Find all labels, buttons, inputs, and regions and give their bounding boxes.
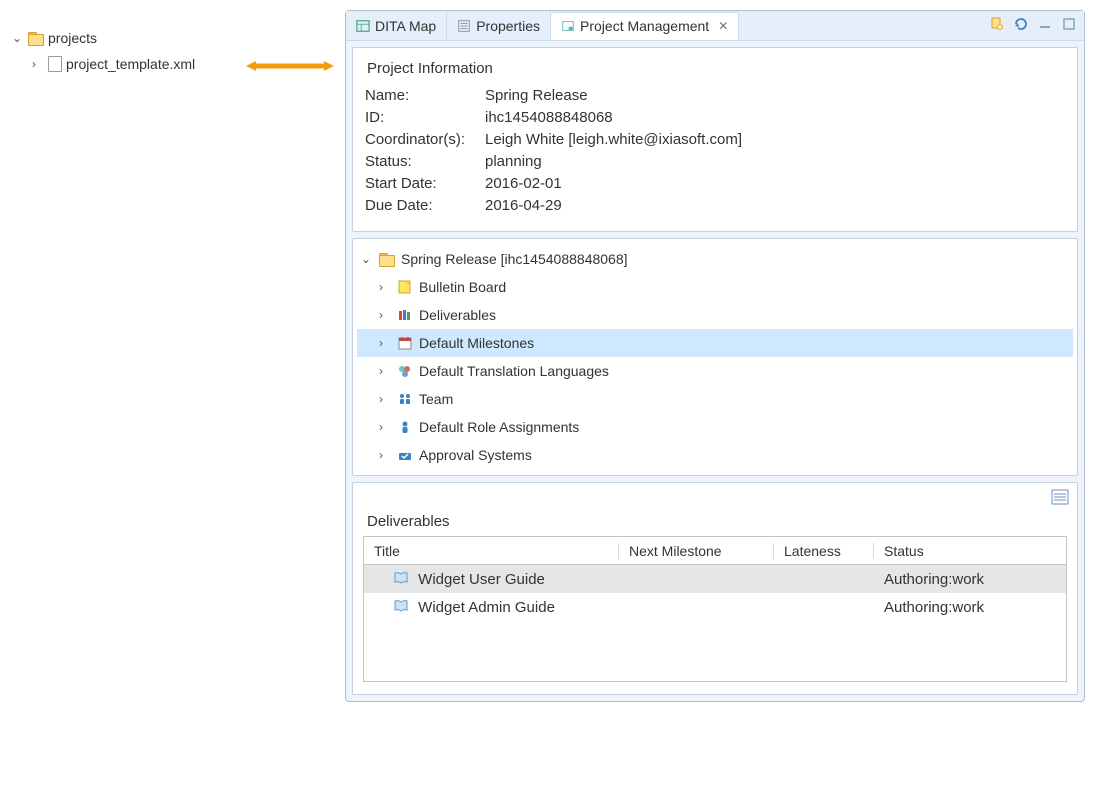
- calendar-icon: [397, 335, 413, 351]
- chevron-right-icon[interactable]: ›: [379, 364, 391, 378]
- project-management-panel: DITA Map Properties Project Management ✕: [345, 10, 1085, 702]
- info-row-coordinator: Coordinator(s): Leigh White [leigh.white…: [365, 131, 1065, 148]
- tree-root-spring-release[interactable]: ⌄ Spring Release [ihc1454088848068]: [357, 245, 1073, 273]
- tab-dita-map[interactable]: DITA Map: [346, 12, 447, 40]
- tree-item-role-assignments[interactable]: › Default Role Assignments: [357, 413, 1073, 441]
- books-icon: [397, 307, 413, 323]
- info-label: Due Date:: [365, 197, 485, 214]
- column-header-title[interactable]: Title: [364, 543, 619, 559]
- info-label: Coordinator(s):: [365, 131, 485, 148]
- tree-item-team[interactable]: › Team: [357, 385, 1073, 413]
- tree-label: Default Role Assignments: [419, 419, 579, 435]
- maximize-button[interactable]: [1060, 15, 1078, 33]
- team-icon: [397, 391, 413, 407]
- tree-label: Deliverables: [419, 307, 496, 323]
- deliverables-section: Deliverables Title Next Milestone Latene…: [352, 482, 1078, 695]
- tree-root-projects[interactable]: ⌄ projects: [12, 25, 242, 51]
- column-header-next[interactable]: Next Milestone: [619, 543, 774, 559]
- chevron-right-icon[interactable]: ›: [32, 57, 44, 71]
- info-row-name: Name: Spring Release: [365, 87, 1065, 104]
- info-value: Spring Release: [485, 87, 1065, 104]
- chevron-right-icon[interactable]: ›: [379, 308, 391, 322]
- tab-properties[interactable]: Properties: [447, 12, 551, 40]
- book-icon: [394, 599, 408, 611]
- cell-title: Widget Admin Guide: [418, 599, 555, 616]
- chevron-right-icon[interactable]: ›: [379, 336, 391, 350]
- chevron-down-icon[interactable]: ⌄: [361, 252, 373, 266]
- map-icon: [356, 19, 370, 33]
- file-icon: [48, 56, 62, 72]
- tree-label: Bulletin Board: [419, 279, 506, 295]
- minimize-button[interactable]: [1036, 15, 1054, 33]
- tab-project-management[interactable]: Project Management ✕: [551, 12, 739, 40]
- panel-toolbar: [988, 15, 1078, 33]
- tree-label: project_template.xml: [66, 56, 195, 72]
- project-structure-tree: ⌄ Spring Release [ihc1454088848068] › Bu…: [352, 238, 1078, 476]
- chevron-right-icon[interactable]: ›: [379, 280, 391, 294]
- folder-icon: [28, 31, 44, 45]
- tree-item-project-template[interactable]: › project_template.xml: [12, 51, 242, 77]
- chevron-right-icon[interactable]: ›: [379, 392, 391, 406]
- info-value: 2016-02-01: [485, 175, 1065, 192]
- note-icon: [397, 279, 413, 295]
- book-icon: [394, 571, 408, 583]
- info-value: 2016-04-29: [485, 197, 1065, 214]
- annotation-arrow-icon: [246, 60, 334, 72]
- table-header: Title Next Milestone Lateness Status: [364, 537, 1066, 565]
- tree-item-deliverables[interactable]: › Deliverables: [357, 301, 1073, 329]
- info-label: ID:: [365, 109, 485, 126]
- tab-label: DITA Map: [375, 18, 436, 34]
- tree-label: projects: [48, 30, 97, 46]
- tree-label: Approval Systems: [419, 447, 532, 463]
- tree-label: Default Milestones: [419, 335, 534, 351]
- chevron-down-icon[interactable]: ⌄: [12, 31, 24, 45]
- info-value: ihc1454088848068: [485, 109, 1065, 126]
- tab-label: Properties: [476, 18, 540, 34]
- tree-label: Team: [419, 391, 453, 407]
- info-label: Start Date:: [365, 175, 485, 192]
- folder-icon: [379, 252, 395, 266]
- deliverables-table: Title Next Milestone Lateness Status Wid…: [363, 536, 1067, 682]
- info-value: planning: [485, 153, 1065, 170]
- cell-title: Widget User Guide: [418, 571, 545, 588]
- project-information-section: Project Information Name: Spring Release…: [352, 47, 1078, 232]
- details-button[interactable]: [1051, 489, 1069, 505]
- info-row-id: ID: ihc1454088848068: [365, 109, 1065, 126]
- tree-item-default-milestones[interactable]: › Default Milestones: [357, 329, 1073, 357]
- cell-status: Authoring:work: [874, 599, 1066, 616]
- cell-status: Authoring:work: [874, 571, 1066, 588]
- section-title: Project Information: [367, 60, 1065, 77]
- info-label: Name:: [365, 87, 485, 104]
- chevron-right-icon[interactable]: ›: [379, 448, 391, 462]
- info-row-status: Status: planning: [365, 153, 1065, 170]
- tree-label: Spring Release [ihc1454088848068]: [401, 251, 628, 267]
- column-header-lateness[interactable]: Lateness: [774, 543, 874, 559]
- person-icon: [397, 419, 413, 435]
- table-row[interactable]: Widget User Guide Authoring:work: [364, 565, 1066, 593]
- close-icon[interactable]: ✕: [714, 19, 728, 33]
- checkbox-icon: [397, 447, 413, 463]
- project-icon: [561, 19, 575, 33]
- tab-label: Project Management: [580, 18, 709, 34]
- tree-item-bulletin-board[interactable]: › Bulletin Board: [357, 273, 1073, 301]
- table-row[interactable]: Widget Admin Guide Authoring:work: [364, 593, 1066, 621]
- info-value: Leigh White [leigh.white@ixiasoft.com]: [485, 131, 1065, 148]
- info-row-start: Start Date: 2016-02-01: [365, 175, 1065, 192]
- chevron-right-icon[interactable]: ›: [379, 420, 391, 434]
- info-row-due: Due Date: 2016-04-29: [365, 197, 1065, 214]
- tab-strip: DITA Map Properties Project Management ✕: [346, 11, 1084, 41]
- tree-label: Default Translation Languages: [419, 363, 609, 379]
- globe-icon: [397, 363, 413, 379]
- properties-icon: [457, 19, 471, 33]
- tree-item-approval-systems[interactable]: › Approval Systems: [357, 441, 1073, 469]
- refresh-button[interactable]: [1012, 15, 1030, 33]
- new-button[interactable]: [988, 15, 1006, 33]
- project-explorer-tree: ⌄ projects › project_template.xml: [12, 25, 242, 77]
- column-header-status[interactable]: Status: [874, 543, 1044, 559]
- tree-item-translation-languages[interactable]: › Default Translation Languages: [357, 357, 1073, 385]
- section-title: Deliverables: [367, 513, 1067, 530]
- info-label: Status:: [365, 153, 485, 170]
